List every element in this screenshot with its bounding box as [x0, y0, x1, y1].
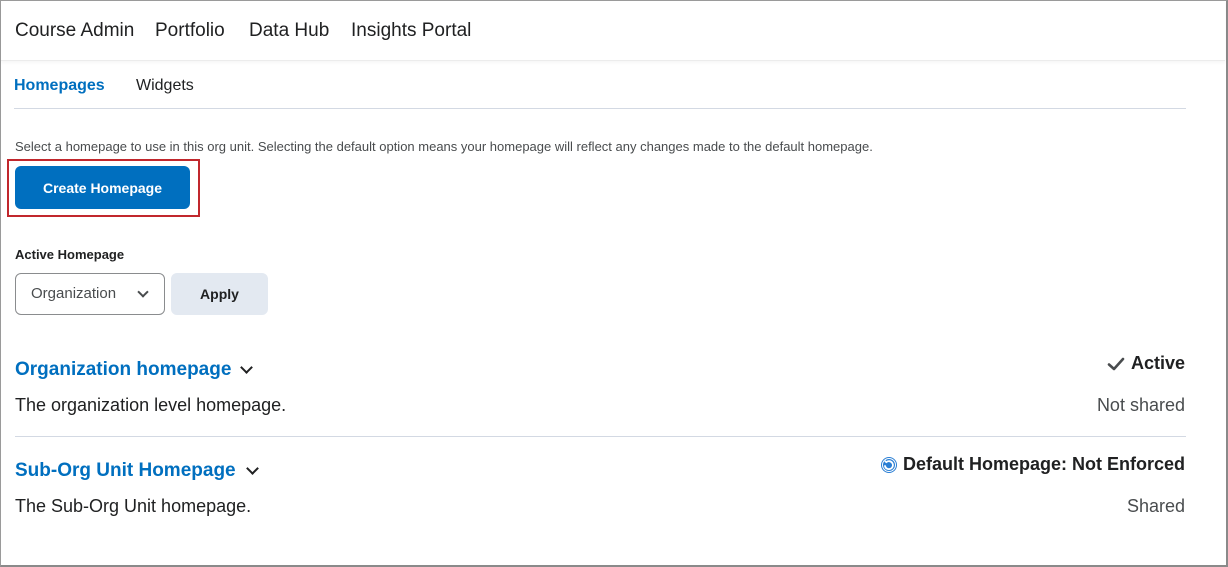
tab-widgets[interactable]: Widgets [136, 77, 194, 95]
divider [15, 436, 1186, 437]
top-navbar: Course Admin Portfolio Data Hub Insights… [1, 1, 1225, 61]
tab-homepages[interactable]: Homepages [14, 77, 105, 95]
nav-item-course-admin[interactable]: Course Admin [15, 20, 134, 42]
expand-toggle-sub-org[interactable] [243, 462, 263, 482]
homepage-title-sub-org[interactable]: Sub-Org Unit Homepage [15, 460, 236, 482]
select-value: Organization homepage [31, 285, 121, 302]
nav-item-insights-portal[interactable]: Insights Portal [351, 20, 471, 42]
create-homepage-button[interactable]: Create Homepage [15, 166, 190, 209]
active-homepage-select[interactable]: Organization homepage [15, 273, 165, 315]
homepage-title-organization[interactable]: Organization homepage [15, 359, 231, 381]
expand-toggle-organization[interactable] [237, 361, 257, 381]
check-icon [1107, 357, 1125, 370]
apply-button[interactable]: Apply [171, 273, 268, 315]
default-homepage-icon [880, 456, 897, 473]
homepage-description-organization: The organization level homepage. [15, 395, 287, 415]
page-description: Select a homepage to use in this org uni… [15, 139, 873, 154]
status-default-homepage: Default Homepage: Not Enforced [880, 454, 1185, 475]
active-homepage-label: Active Homepage [15, 247, 125, 262]
homepage-description-sub-org: The Sub-Org Unit homepage. [15, 496, 252, 516]
status-active: Active [1107, 353, 1185, 374]
sharing-status-sub-org: Shared [1126, 496, 1185, 516]
status-text: Active [1130, 353, 1185, 373]
chevron-down-icon [137, 286, 149, 298]
nav-item-portfolio[interactable]: Portfolio [155, 20, 225, 42]
nav-item-data-hub[interactable]: Data Hub [249, 20, 329, 42]
homepage-tabs: Homepages Widgets [14, 76, 1186, 109]
chevron-down-icon [240, 361, 253, 374]
chevron-down-icon [246, 462, 259, 475]
sharing-status-organization: Not shared [1096, 395, 1185, 415]
status-text: Default Homepage: Not Enforced [902, 454, 1185, 474]
